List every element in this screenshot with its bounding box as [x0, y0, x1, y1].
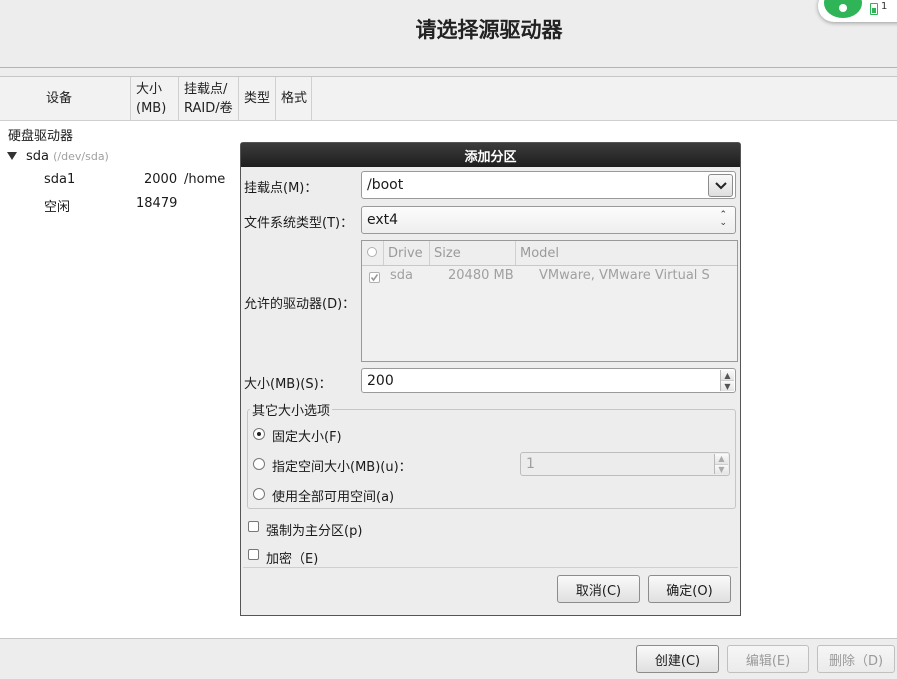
partition-mount: /home	[184, 172, 226, 187]
size-value[interactable]: 200	[367, 373, 394, 389]
cancel-button[interactable]: 取消(C)	[557, 575, 640, 603]
force-primary-checkbox[interactable]	[248, 521, 259, 532]
fstype-select[interactable]: ext4 ⌃ ⌄	[361, 206, 736, 234]
free-space-device[interactable]: 空闲	[44, 196, 70, 215]
column-model[interactable]: Model	[516, 241, 737, 265]
upto-size-value: 1	[526, 456, 535, 472]
drive-list[interactable]: Drive Size Model sda 20480 MB VMware, VM…	[361, 240, 738, 362]
edit-button[interactable]: 编辑(E)	[727, 645, 809, 673]
page-title: 请选择源驱动器	[415, 18, 563, 42]
disk-path: (/dev/sda)	[53, 150, 109, 163]
radio-fill-size[interactable]	[253, 488, 265, 500]
mount-combo[interactable]: /boot	[361, 171, 736, 199]
column-drive-size[interactable]: Size	[430, 241, 516, 265]
drive-checkbox[interactable]	[369, 272, 380, 283]
mount-value[interactable]: /boot	[367, 177, 403, 193]
size-input[interactable]: 200 ▲ ▼	[361, 368, 736, 393]
upto-size-stepper[interactable]: ▲ ▼	[714, 454, 728, 474]
column-format[interactable]: 格式	[276, 77, 312, 120]
encrypt-checkbox[interactable]	[248, 549, 259, 560]
fstype-value: ext4	[367, 212, 399, 228]
size-label: 大小(MB)(S)：	[244, 377, 332, 392]
dialog-separator	[243, 567, 738, 568]
title-divider	[0, 67, 897, 68]
fill-size-label[interactable]: 使用全部可用空间(a)	[272, 486, 394, 505]
fixed-size-label[interactable]: 固定大小(F)	[272, 426, 342, 445]
force-primary-label[interactable]: 强制为主分区(p)	[266, 520, 362, 539]
radio-upto-size[interactable]	[253, 458, 265, 470]
encrypt-label[interactable]: 加密（E)	[266, 548, 318, 567]
upto-size-input[interactable]: 1 ▲ ▼	[520, 452, 730, 476]
upto-size-label[interactable]: 指定空间大小(MB)(u)：	[272, 456, 412, 475]
select-column-icon	[367, 247, 377, 257]
drive-list-header: Drive Size Model	[362, 241, 737, 266]
status-count: 1	[881, 1, 888, 12]
partition-device[interactable]: sda1	[44, 172, 75, 187]
ok-button[interactable]: 确定(O)	[648, 575, 731, 603]
decrement-icon[interactable]: ▼	[715, 464, 728, 474]
partition-size: 2000	[144, 172, 178, 187]
expander-icon[interactable]	[7, 152, 17, 160]
column-device[interactable]: 设备	[0, 77, 131, 120]
column-mount[interactable]: 挂载点/ RAID/卷	[179, 77, 239, 120]
free-space-size: 18479	[136, 196, 178, 211]
create-button[interactable]: 创建(C)	[636, 645, 719, 673]
delete-button[interactable]: 删除（D)	[817, 645, 895, 673]
column-drive[interactable]: Drive	[384, 241, 430, 265]
size-stepper[interactable]: ▲ ▼	[720, 370, 734, 391]
select-all-column[interactable]	[362, 241, 384, 265]
fstype-label: 文件系统类型(T)：	[244, 216, 354, 231]
increment-icon[interactable]: ▲	[715, 454, 728, 465]
increment-icon[interactable]: ▲	[721, 370, 734, 381]
drive-size: 20480 MB	[448, 268, 514, 283]
column-type[interactable]: 类型	[239, 77, 276, 120]
dialog-title: 添加分区	[241, 143, 740, 167]
decrement-icon[interactable]: ▼	[721, 381, 734, 391]
disk-row[interactable]: sda (/dev/sda)	[26, 149, 109, 164]
drive-name: sda	[390, 268, 413, 283]
radio-fixed-size[interactable]	[253, 428, 265, 440]
group-label[interactable]: 硬盘驱动器	[8, 125, 73, 144]
tree-header: 设备 大小 (MB) 挂载点/ RAID/卷 类型 格式	[0, 77, 897, 121]
drives-label: 允许的驱动器(D)：	[244, 297, 356, 312]
battery-icon	[870, 3, 878, 15]
other-size-title: 其它大小选项	[250, 400, 333, 419]
chevron-down-icon[interactable]	[708, 174, 733, 197]
updown-icon: ⌃ ⌄	[719, 210, 727, 228]
add-partition-dialog: 添加分区 挂载点(M)： /boot 文件系统类型(T)： ext4 ⌃ ⌄ 允许…	[240, 142, 741, 616]
column-size[interactable]: 大小 (MB)	[131, 77, 179, 120]
drive-model: VMware, VMware Virtual S	[539, 268, 710, 283]
mount-label: 挂载点(M)：	[244, 181, 318, 196]
disk-name: sda	[26, 149, 49, 164]
